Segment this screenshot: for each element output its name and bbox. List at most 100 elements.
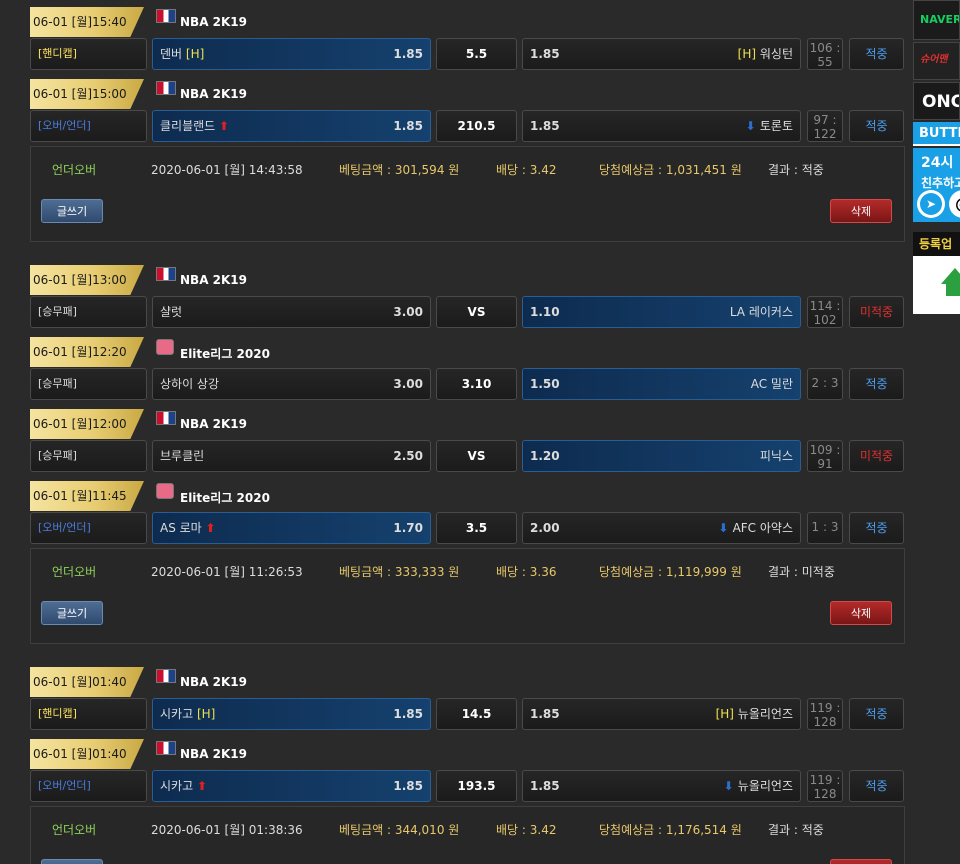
league-name: NBA 2K19 — [180, 15, 248, 29]
away-team-option[interactable]: 1.50 AC 밀란 — [522, 368, 801, 400]
nba-logo — [156, 411, 176, 425]
summary-time: 2020-06-01 [월] 14:43:58 — [151, 163, 303, 177]
delete-button[interactable]: 삭제 — [830, 859, 892, 864]
away-team-option[interactable]: 1.85 [H] 워싱턴 — [522, 38, 801, 70]
home-team-option[interactable]: 시카고 [H] 1.85 — [152, 698, 431, 730]
handicap-tag: [H] — [715, 707, 738, 721]
away-team-label: LA 레이커스 — [729, 305, 793, 319]
league-name: NBA 2K19 — [180, 273, 248, 287]
home-team-label: AS 로마 — [160, 521, 206, 535]
delete-button[interactable]: 삭제 — [830, 601, 892, 625]
score-away: 128 — [813, 787, 837, 801]
game-date-badge: 06-01 [월]12:00 — [30, 409, 144, 439]
result-badge: 적중 — [849, 38, 904, 70]
home-team-name: 상하이 상강 — [160, 369, 219, 399]
ad-24h-line1: 24시 — [921, 155, 954, 171]
home-team-option[interactable]: 샬럿 3.00 — [152, 296, 431, 328]
score-home: 109 : — [809, 443, 841, 457]
game-row: [오버/언더] AS 로마 ⬆ 1.70 3.5 2.00 ⬇ AFC 아약스 1 : 3 적… — [30, 510, 905, 546]
home-team-name: 브루클린 — [160, 441, 204, 471]
home-team-name: 시카고 ⬆ — [160, 771, 207, 801]
at-icon: @ — [949, 190, 960, 218]
score-home: 2 : 3 — [811, 376, 839, 390]
league-name: NBA 2K19 — [180, 675, 248, 689]
ad-house-logo[interactable] — [913, 256, 960, 314]
line-value[interactable]: 14.5 — [436, 698, 517, 730]
result-badge: 적중 — [849, 770, 904, 802]
away-team-name: AC 밀란 — [751, 369, 793, 399]
league-name: NBA 2K19 — [180, 417, 248, 431]
score-home: 114 : — [809, 299, 841, 313]
game-date-badge: 06-01 [월]15:40 — [30, 7, 144, 37]
away-team-option[interactable]: 1.85 ⬇ 뉴올리언즈 — [522, 770, 801, 802]
ad-register[interactable]: 등록업 — [913, 232, 960, 256]
home-team-label: 시카고 — [160, 779, 197, 793]
ad-24h[interactable]: 24시 친추하고 ➤ @ — [913, 148, 960, 222]
result-badge: 적중 — [849, 698, 904, 730]
home-team-option[interactable]: 상하이 상강 3.00 — [152, 368, 431, 400]
game-date-badge: 06-01 [월]01:40 — [30, 739, 144, 769]
arrow-down-icon: ⬇ — [718, 521, 733, 535]
home-team-option[interactable]: 시카고 ⬆ 1.85 — [152, 770, 431, 802]
home-team-option[interactable]: 브루클린 2.50 — [152, 440, 431, 472]
summary-bet-amount: 베팅금액 : 344,010 원 — [339, 823, 460, 837]
score-box: 119 :128 — [807, 770, 843, 802]
handicap-tag: [H] — [185, 47, 205, 61]
score-box: 119 :128 — [807, 698, 843, 730]
game-date-badge: 06-01 [월]01:40 — [30, 667, 144, 697]
summary-bet-amount: 베팅금액 : 301,594 원 — [339, 163, 460, 177]
home-team-option[interactable]: 클리블랜드 ⬆ 1.85 — [152, 110, 431, 142]
away-team-option[interactable]: 1.85 ⬇ 토론토 — [522, 110, 801, 142]
game-header: 06-01 [월]15:40 NBA 2K19 — [30, 0, 905, 37]
score-home: 97 : — [813, 113, 837, 127]
line-value[interactable]: 193.5 — [436, 770, 517, 802]
ad-butti[interactable]: BUTTI — [913, 122, 960, 146]
away-team-label: 워싱턴 — [759, 47, 793, 61]
score-away: 91 — [817, 457, 833, 471]
home-team-label: 브루클린 — [160, 449, 205, 463]
game-row: [핸디캡] 덴버 [H] 1.85 5.5 1.85 [H] 워싱턴 106 :55 적중 — [30, 36, 905, 72]
ad-sureman[interactable]: 슈어맨 — [913, 42, 960, 80]
line-value[interactable]: 210.5 — [436, 110, 517, 142]
delete-button[interactable]: 삭제 — [830, 199, 892, 223]
away-odds: 1.20 — [530, 449, 560, 463]
write-button[interactable]: 글쓰기 — [41, 601, 103, 625]
line-value[interactable]: VS — [436, 296, 517, 328]
game-date-badge: 06-01 [월]12:20 — [30, 337, 144, 367]
house-icon-base — [946, 284, 960, 296]
bet-type-label: [핸디캡] — [30, 698, 147, 730]
away-team-option[interactable]: 1.20 피닉스 — [522, 440, 801, 472]
score-box: 97 :122 — [807, 110, 843, 142]
game-date-badge: 06-01 [월]13:00 — [30, 265, 144, 295]
result-badge: 적중 — [849, 512, 904, 544]
game-row: [오버/언더] 클리블랜드 ⬆ 1.85 210.5 1.85 ⬇ 토론토 97 :122 적… — [30, 108, 905, 144]
score-home: 119 : — [809, 773, 841, 787]
home-odds: 1.85 — [393, 779, 423, 793]
away-odds: 1.10 — [530, 305, 560, 319]
league-name: NBA 2K19 — [180, 87, 248, 101]
line-value[interactable]: 3.5 — [436, 512, 517, 544]
line-value[interactable]: 5.5 — [436, 38, 517, 70]
line-value[interactable]: 3.10 — [436, 368, 517, 400]
home-odds: 1.85 — [393, 47, 423, 61]
home-team-option[interactable]: AS 로마 ⬆ 1.70 — [152, 512, 431, 544]
away-team-option[interactable]: 2.00 ⬇ AFC 아약스 — [522, 512, 801, 544]
home-team-label: 샬럿 — [160, 305, 183, 319]
ad-naver[interactable]: NAVER — [913, 0, 960, 40]
handicap-tag: [H] — [737, 47, 760, 61]
nba-logo — [156, 741, 176, 755]
away-team-option[interactable]: 1.85 [H] 뉴올리언즈 — [522, 698, 801, 730]
home-odds: 1.85 — [393, 707, 423, 721]
away-team-label: AC 밀란 — [750, 377, 793, 391]
home-team-option[interactable]: 덴버 [H] 1.85 — [152, 38, 431, 70]
line-value[interactable]: VS — [436, 440, 517, 472]
write-button[interactable]: 글쓰기 — [41, 199, 103, 223]
telegram-icon: ➤ — [917, 190, 945, 218]
summary-type: 언더오버 — [52, 163, 97, 177]
write-button[interactable]: 글쓰기 — [41, 859, 103, 864]
ad-onca[interactable]: ONC — [913, 82, 960, 120]
bet-slip: 06-01 [월]13:00 NBA 2K19 [승무패] 샬럿 3.00 VS 1.10 L… — [30, 258, 905, 660]
away-team-option[interactable]: 1.10 LA 레이커스 — [522, 296, 801, 328]
